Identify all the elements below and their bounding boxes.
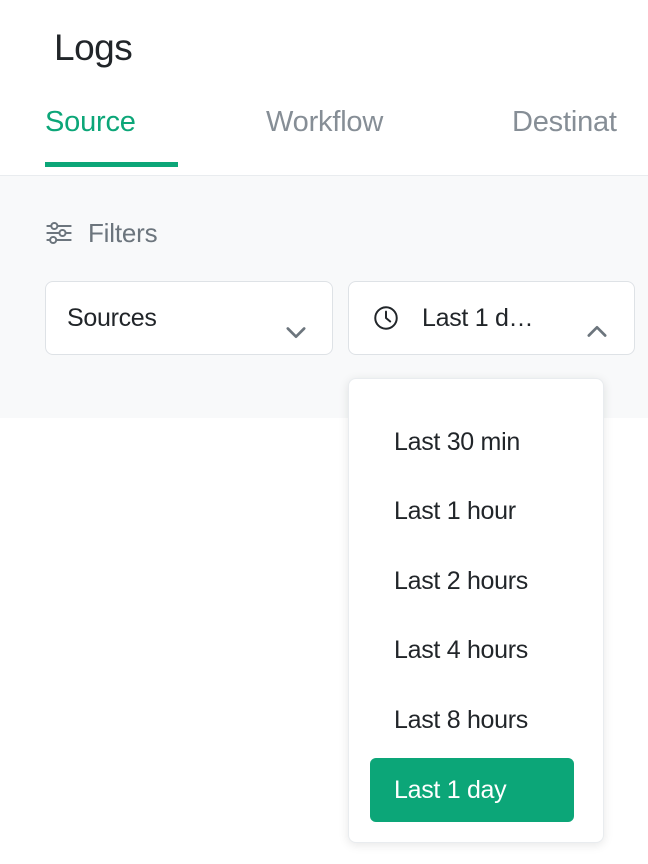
filters-label: Filters [88,218,158,248]
dropdown-option-last-30-min[interactable]: Last 30 min [370,410,574,474]
dropdown-option-label: Last 8 hours [394,706,528,734]
dropdown-option-label: Last 4 hours [394,636,528,664]
sliders-icon [45,219,73,247]
sources-select[interactable]: Sources [45,281,333,355]
dropdown-option-last-2-hours[interactable]: Last 2 hours [370,549,574,613]
logs-page: Logs Source Workflow Destinat Filters So… [0,0,648,864]
tab-active-underline [45,162,178,167]
dropdown-option-last-8-hours[interactable]: Last 8 hours [370,688,574,752]
page-title: Logs [54,27,133,68]
tab-source[interactable]: Source [45,96,178,176]
tab-workflow[interactable]: Workflow [266,96,421,176]
clock-icon [349,304,400,332]
tab-bar: Source Workflow Destinat [0,96,648,176]
sources-select-value: Sources [67,304,157,332]
filters-heading: Filters [45,218,158,248]
tab-destination[interactable]: Destinat [512,96,648,176]
dropdown-option-last-4-hours[interactable]: Last 4 hours [370,618,574,682]
dropdown-option-label: Last 2 hours [394,567,528,595]
dropdown-option-label: Last 1 day [394,776,507,804]
time-range-select[interactable]: Last 1 d… [348,281,635,355]
dropdown-option-last-1-day[interactable]: Last 1 day [370,758,574,822]
time-range-select-value: Last 1 d… [422,304,534,332]
time-range-dropdown[interactable]: Last 30 min Last 1 hour Last 2 hours Las… [348,378,604,843]
dropdown-option-label: Last 30 min [394,428,520,456]
dropdown-option-label: Last 1 hour [394,497,516,525]
tab-workflow-label: Workflow [266,106,384,138]
tab-source-label: Source [45,106,136,138]
dropdown-option-last-1-hour[interactable]: Last 1 hour [370,479,574,543]
tab-destination-label: Destinat [512,106,617,138]
